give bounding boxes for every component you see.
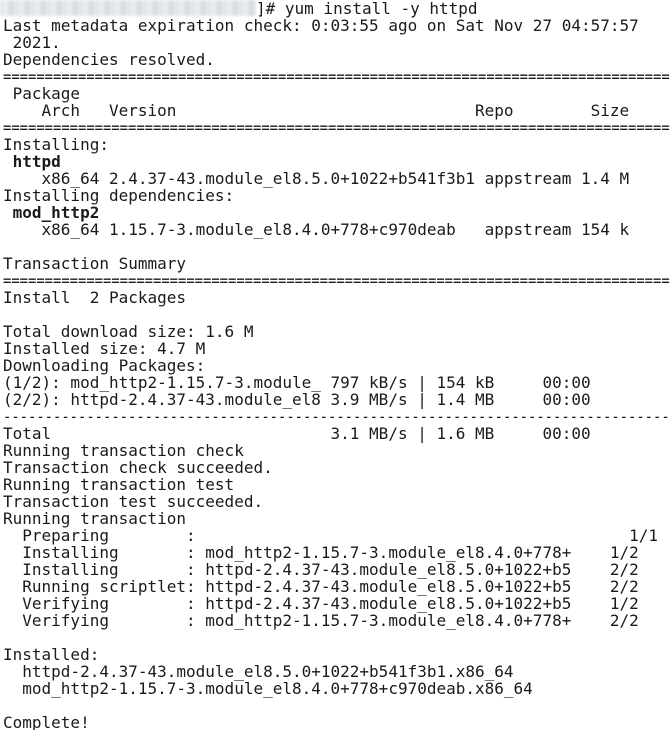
- output-line: Complete!: [3, 713, 90, 730]
- output-line: Installing : mod_http2-1.15.7-3.module_e…: [3, 543, 639, 562]
- output-line: Package: [3, 84, 81, 103]
- output-line: Transaction check succeeded.: [3, 458, 273, 477]
- output-line: x86_64 2.4.37-43.module_el8.5.0+1022+b54…: [3, 169, 630, 188]
- output-line: Installed size: 4.7 M: [3, 339, 206, 358]
- output-line: Dependencies resolved.: [3, 50, 215, 69]
- output-line: Running transaction check: [3, 441, 244, 460]
- output-line: Verifying : mod_http2-1.15.7-3.module_el…: [3, 611, 639, 630]
- output-line: Installing dependencies:: [3, 186, 235, 205]
- output-line: ========================================…: [3, 67, 670, 86]
- output-line: Transaction test succeeded.: [3, 492, 264, 511]
- output-line: Transaction Summary: [3, 254, 187, 273]
- output-line: Preparing : 1/1: [3, 526, 659, 545]
- output-line: ========================================…: [3, 271, 670, 290]
- command-prompt: ]# yum install -y httpd: [256, 0, 478, 18]
- output-line: Last metadata expiration check: 0:03:55 …: [3, 16, 639, 35]
- output-line: mod_http2-1.15.7-3.module_el8.4.0+778+c9…: [3, 679, 533, 698]
- output-line: x86_64 1.15.7-3.module_el8.4.0+778+c970d…: [3, 220, 630, 239]
- output-line: Installing:: [3, 135, 109, 154]
- output-line: mod_http2: [3, 203, 100, 222]
- output-line: httpd: [3, 152, 61, 171]
- output-line: Arch Version Repo Size: [3, 101, 630, 120]
- terminal-window[interactable]: ]# yum install -y httpd Last metadata ex…: [0, 0, 671, 730]
- output-line: httpd-2.4.37-43.module_el8.5.0+1022+b541…: [3, 662, 514, 681]
- output-line: Running transaction: [3, 509, 187, 528]
- output-line: Verifying : httpd-2.4.37-43.module_el8.5…: [3, 594, 639, 613]
- output-line: Running transaction test: [3, 475, 235, 494]
- output-line: Install 2 Packages: [3, 288, 187, 307]
- output-line: 2021.: [3, 33, 61, 52]
- output-line: Total download size: 1.6 M: [3, 322, 254, 341]
- output-line: (1/2): mod_http2-1.15.7-3.module_ 797 kB…: [3, 373, 591, 392]
- redacted-hostname: [0, 0, 256, 16]
- output-line: Downloading Packages:: [3, 356, 206, 375]
- output-line: Total 3.1 MB/s | 1.6 MB 00:00: [3, 424, 591, 443]
- output-line: Installed:: [3, 645, 100, 664]
- output-line: (2/2): httpd-2.4.37-43.module_el8 3.9 MB…: [3, 390, 591, 409]
- output-line: ----------------------------------------…: [3, 407, 670, 426]
- output-line: Installing : httpd-2.4.37-43.module_el8.…: [3, 560, 639, 579]
- output-line: Running scriptlet: httpd-2.4.37-43.modul…: [3, 577, 639, 596]
- output-line: ========================================…: [3, 118, 670, 137]
